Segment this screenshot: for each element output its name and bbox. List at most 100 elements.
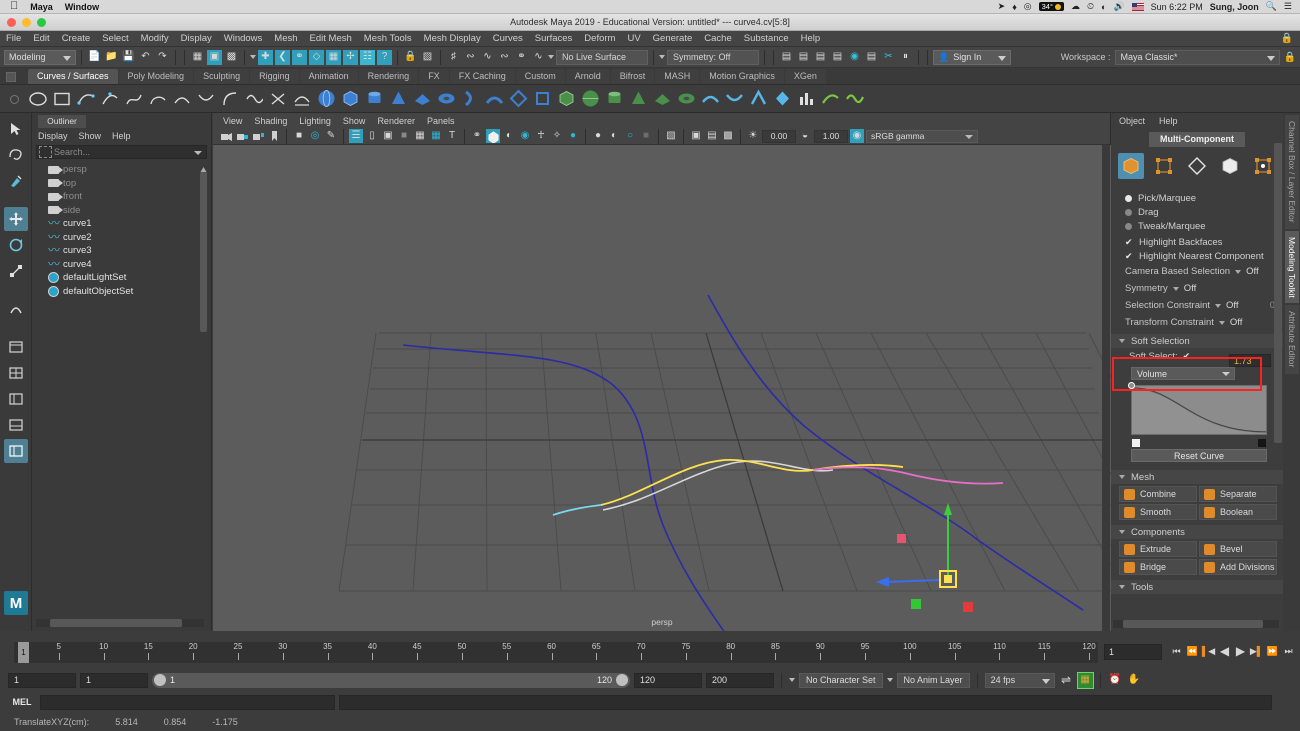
show-attribute-editor-icon[interactable]: ▤ — [796, 50, 811, 65]
menu-item-display[interactable]: Display — [175, 31, 218, 47]
nurbs-square-icon[interactable] — [52, 89, 72, 109]
mask-polygons-icon[interactable]: ◇ — [309, 49, 324, 65]
poly-cylinder-icon[interactable] — [604, 89, 624, 109]
selection-mode-tweak-marquee[interactable]: Tweak/Marquee — [1125, 219, 1283, 233]
exposure-reset-icon[interactable]: ▣ — [689, 129, 703, 143]
row-symmetry[interactable]: Symmetry Off — [1111, 280, 1283, 297]
collapse-triangle-icon[interactable] — [1119, 339, 1125, 343]
color-profile-selector[interactable]: sRGB gamma — [866, 129, 978, 143]
chevron-down-icon[interactable] — [1215, 303, 1222, 308]
editor-tab-modeling-toolkit[interactable]: Modeling Toolkit — [1285, 230, 1299, 304]
lighting-all-icon[interactable]: ● — [566, 129, 580, 143]
falloff-curve-graph[interactable] — [1128, 382, 1267, 447]
textured-icon[interactable]: ▦ — [429, 129, 443, 143]
right_panel.mesh_section-button-combine[interactable]: Combine — [1119, 486, 1197, 502]
panel-vertical-scrollbar[interactable] — [1274, 143, 1282, 613]
minimize-button[interactable] — [22, 18, 31, 27]
exposure-value[interactable]: 0.00 — [762, 129, 796, 143]
bookmark-icon[interactable] — [267, 129, 281, 143]
radio-icon[interactable] — [1125, 208, 1132, 216]
surface-tool-a-icon[interactable] — [700, 89, 720, 109]
rotate-tool-icon[interactable] — [4, 233, 28, 257]
nurbs-plane-icon[interactable] — [412, 89, 432, 109]
select-by-hierarchy-icon[interactable]: ▦ — [190, 50, 205, 65]
symmetry-field[interactable]: Symmetry: Off — [667, 49, 759, 65]
row-transform-constraint[interactable]: Transform Constraint Off — [1111, 314, 1283, 331]
outliner-item-defaultObjectSet[interactable]: defaultObjectSet — [32, 285, 204, 299]
outliner-menu-show[interactable]: Show — [79, 131, 102, 141]
auto-key-icon[interactable]: ▦ — [1076, 671, 1094, 689]
camera-attributes-icon[interactable] — [235, 129, 249, 143]
window-controls[interactable] — [7, 18, 46, 27]
gamma-icon[interactable]: ◒ — [798, 129, 812, 143]
hardware-texturing-icon[interactable]: ☥ — [534, 129, 548, 143]
range-bar[interactable]: 1 120 — [152, 672, 630, 688]
face-mode-icon[interactable] — [1217, 153, 1243, 179]
collapse-triangle-icon[interactable] — [1119, 530, 1125, 534]
make-live-icon[interactable]: ∿ — [531, 50, 546, 65]
show-tool-settings-icon[interactable]: ▤ — [813, 50, 828, 65]
shelf-tab-curves-surfaces[interactable]: Curves / Surfaces — [28, 69, 118, 84]
right_panel.mesh_section-button-smooth[interactable]: Smooth — [1119, 504, 1197, 520]
new-scene-icon[interactable]: 📄 — [87, 50, 102, 65]
exposure-icon[interactable]: ☀ — [746, 129, 760, 143]
surface-green-icon[interactable] — [844, 89, 864, 109]
mask-chevron-icon[interactable] — [250, 55, 256, 59]
scale-tool-icon[interactable] — [4, 259, 28, 283]
shelf-tab-animation[interactable]: Animation — [299, 69, 358, 84]
anim-start-field[interactable]: 1 — [8, 672, 76, 688]
shelf-tab-arnold[interactable]: Arnold — [565, 69, 610, 84]
macos-window-menu[interactable]: Window — [65, 2, 99, 12]
anim-layer-field[interactable]: No Anim Layer — [896, 672, 970, 688]
range-handle-left[interactable] — [154, 674, 166, 686]
outliner-item-top[interactable]: top — [32, 177, 204, 191]
chevron-down-icon[interactable] — [1218, 320, 1225, 325]
components-section-header[interactable]: Components — [1111, 525, 1283, 539]
nurbs-cone-icon[interactable] — [388, 89, 408, 109]
show-channel-box-icon[interactable]: ▤ — [779, 50, 794, 65]
show-layer-editor-icon[interactable]: ▤ — [830, 50, 845, 65]
loft-icon[interactable] — [484, 89, 504, 109]
highlight-selection-icon[interactable]: ▧ — [420, 50, 435, 65]
persp-outliner-layout-icon[interactable] — [3, 439, 28, 463]
mask-dynamics-icon[interactable]: ☷ — [360, 49, 375, 65]
viewport-vertical-scrollbar[interactable] — [1102, 145, 1110, 631]
nurbs-sphere-icon[interactable] — [316, 89, 336, 109]
move-tool-icon[interactable] — [3, 207, 28, 231]
outliner-item-defaultLightSet[interactable]: defaultLightSet — [32, 271, 204, 285]
viewport-menu-show[interactable]: Show — [343, 116, 366, 126]
poly-cone-icon[interactable] — [628, 89, 648, 109]
edge-mode-icon[interactable] — [1184, 153, 1210, 179]
time-slider-track[interactable]: 5 10 15 20 25 30 35 40 45 50 55 60 65 70 75 80 85 90 95 100… — [14, 642, 1098, 663]
select-by-object-icon[interactable]: ▣ — [207, 49, 222, 65]
menu-item-help[interactable]: Help — [795, 31, 827, 47]
search-icon[interactable]: 🔍 — [1266, 1, 1277, 12]
panel-horizontal-scrollbar[interactable] — [1113, 620, 1279, 628]
dropbox-icon[interactable]: ♦ — [1012, 2, 1017, 12]
flat-shade-icon[interactable]: ■ — [397, 129, 411, 143]
single-view-layout-icon[interactable] — [4, 335, 28, 359]
collapse-triangle-icon[interactable] — [1119, 475, 1125, 479]
live-chevron-icon[interactable] — [548, 55, 554, 59]
use-default-material-icon[interactable]: T — [445, 129, 459, 143]
poly-sphere-icon[interactable] — [580, 89, 600, 109]
right_panel.components_section-button-add-divisions[interactable]: Add Divisions — [1199, 559, 1277, 575]
outliner-layout-icon[interactable] — [4, 387, 28, 411]
menu-item-file[interactable]: File — [0, 31, 27, 47]
outliner-tab[interactable]: Outliner — [38, 115, 86, 128]
arc-3point-icon[interactable] — [148, 89, 168, 109]
isolate-select-icon[interactable]: ▧ — [664, 129, 678, 143]
pause-render-icon[interactable]: ⏸ — [898, 50, 913, 65]
soft-selection-header[interactable]: Soft Selection — [1111, 334, 1283, 348]
twopoint-icon[interactable]: ◎ — [308, 129, 322, 143]
open-scene-icon[interactable]: 📁 — [104, 50, 119, 65]
range-end-field[interactable]: 120 — [634, 672, 702, 688]
falloff-radius-field[interactable]: 1.73 — [1229, 354, 1271, 367]
checkbox-icon[interactable]: ✔ — [1125, 252, 1133, 261]
revolve-icon[interactable] — [460, 89, 480, 109]
shelf-tab-fx[interactable]: FX — [419, 69, 449, 84]
row-camera-based-selection[interactable]: Camera Based Selection Off — [1111, 263, 1283, 280]
shelf-tab-xgen[interactable]: XGen — [784, 69, 826, 84]
list-icon[interactable]: ☰ — [1284, 1, 1292, 12]
menu-item-modify[interactable]: Modify — [135, 31, 175, 47]
